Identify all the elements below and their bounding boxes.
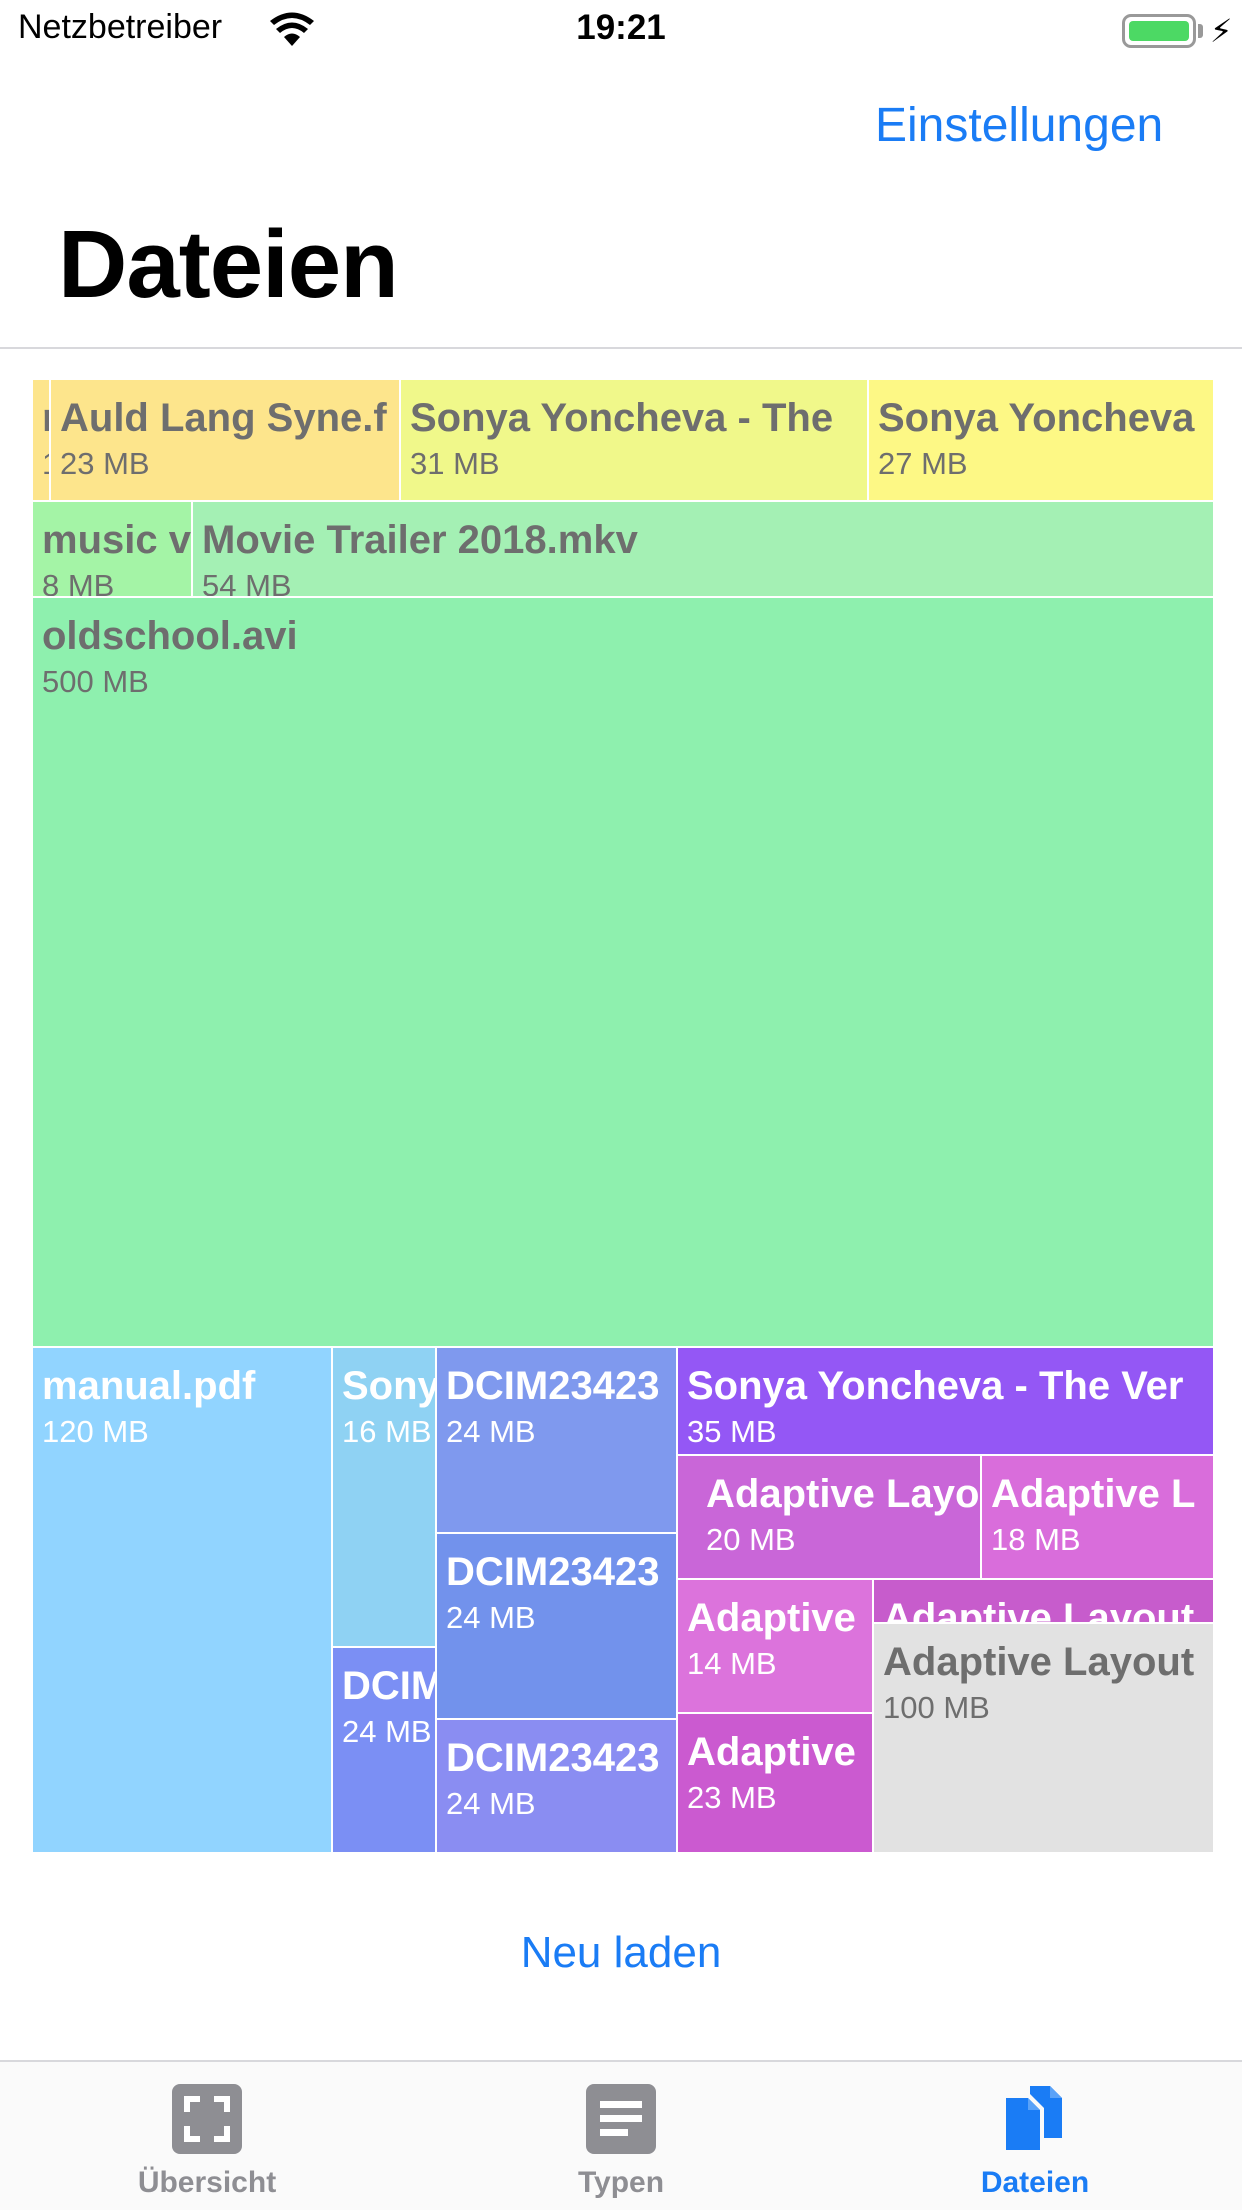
treemap-cell-adaptive-layout-2[interactable]: Adaptive L 18 MB bbox=[980, 1454, 1213, 1578]
cell-name: DCIM23423 bbox=[446, 1550, 660, 1594]
tab-types[interactable]: Typen bbox=[414, 2062, 828, 2210]
battery-icon bbox=[1122, 14, 1196, 48]
treemap-cell-adaptive-2[interactable]: Adaptive 23 MB bbox=[676, 1712, 872, 1852]
tab-label: Übersicht bbox=[137, 2166, 277, 2199]
cell-size: 8 MB bbox=[42, 568, 115, 596]
cell-size: 35 MB bbox=[687, 1414, 777, 1449]
treemap-cell-music[interactable]: music 1 bbox=[31, 378, 49, 500]
treemap-cell-sonya-yoncheva-2[interactable]: Sonya Yoncheva 27 MB bbox=[867, 378, 1213, 500]
treemap-cell-music-video[interactable]: music v 8 MB bbox=[31, 500, 191, 596]
cell-name: oldschool.avi bbox=[42, 614, 298, 658]
treemap-cell-adaptive-layout-3[interactable]: Adaptive Layout bbox=[872, 1578, 1213, 1622]
treemap-cell-manual-pdf[interactable]: manual.pdf 120 MB bbox=[31, 1346, 331, 1852]
cell-name: Sonya Yoncheva bbox=[878, 396, 1195, 440]
treemap-cell-adaptive-1[interactable]: Adaptive 14 MB bbox=[676, 1578, 872, 1712]
cell-name: Adaptive bbox=[687, 1596, 856, 1640]
cell-name: Auld Lang Syne.f bbox=[60, 396, 387, 440]
cell-size: 31 MB bbox=[410, 446, 500, 481]
cell-size: 16 MB bbox=[342, 1414, 432, 1449]
cell-name: Movie Trailer 2018.mkv bbox=[202, 518, 638, 562]
tab-files[interactable]: Dateien bbox=[828, 2062, 1242, 2210]
cell-size: 100 MB bbox=[883, 1690, 990, 1725]
treemap-cell-dcim-2[interactable]: DCIM23423 24 MB bbox=[435, 1532, 676, 1718]
treemap-cell-movie-trailer[interactable]: Movie Trailer 2018.mkv 54 MB bbox=[191, 500, 1213, 596]
treemap-cell-adaptive-layout-1[interactable]: Adaptive Layout 20 MB bbox=[676, 1454, 980, 1578]
treemap-cell-dcim-1[interactable]: DCIM23423 24 MB bbox=[435, 1346, 676, 1532]
treemap-cell-sony[interactable]: Sony 16 MB bbox=[331, 1346, 435, 1646]
status-bar: Netzbetreiber 19:21 ⚡ bbox=[0, 0, 1242, 60]
tab-label: Dateien bbox=[980, 2166, 1090, 2199]
treemap-cell-sonya-yoncheva-3[interactable]: Sonya Yoncheva - The Ver 35 MB bbox=[676, 1346, 1213, 1454]
cell-name: Sony bbox=[342, 1364, 435, 1408]
treemap-cell-adaptive-layout-4[interactable]: Adaptive Layout 100 MB bbox=[872, 1622, 1213, 1852]
files-icon bbox=[1006, 2086, 1062, 2150]
cell-name: DCIM23423 bbox=[446, 1736, 660, 1780]
cell-size: 24 MB bbox=[446, 1786, 536, 1821]
nav-divider bbox=[0, 347, 1242, 349]
file-treemap: music 1 Auld Lang Syne.f 23 MB Sonya Yonch… bbox=[31, 378, 1213, 1852]
cell-size: 54 MB bbox=[202, 568, 292, 596]
cell-name: Adaptive Layout bbox=[883, 1640, 1195, 1684]
cell-name: Sonya Yoncheva - The Ver bbox=[687, 1364, 1184, 1408]
treemap-cell-oldschool[interactable]: oldschool.avi 500 MB bbox=[31, 596, 1213, 1346]
cell-size: 27 MB bbox=[878, 446, 968, 481]
tab-bar: Übersicht Typen Dateien bbox=[0, 2060, 1242, 2210]
reload-button[interactable]: Neu laden bbox=[0, 1928, 1242, 1978]
cell-size: 23 MB bbox=[687, 1780, 777, 1815]
cell-size: 120 MB bbox=[42, 1414, 149, 1449]
cell-name: Adaptive bbox=[687, 1730, 856, 1774]
treemap-cell-dcim-small[interactable]: DCIM 24 MB bbox=[331, 1646, 435, 1852]
cell-size: 1 bbox=[42, 446, 49, 482]
page-title: Dateien bbox=[58, 211, 399, 318]
tab-label: Typen bbox=[577, 2166, 665, 2199]
cell-size: 23 MB bbox=[60, 446, 150, 481]
cell-name: Adaptive Layout bbox=[706, 1472, 980, 1516]
cell-name: Sonya Yoncheva - The bbox=[410, 396, 834, 440]
treemap-cell-dcim-3[interactable]: DCIM23423 24 MB bbox=[435, 1718, 676, 1852]
cell-name: music bbox=[42, 396, 49, 441]
cell-name: Adaptive L bbox=[991, 1472, 1196, 1516]
tab-overview[interactable]: Übersicht bbox=[0, 2062, 414, 2210]
cell-name: DCIM bbox=[342, 1664, 435, 1708]
cell-size: 500 MB bbox=[42, 664, 149, 699]
cell-name: Adaptive Layout bbox=[883, 1596, 1195, 1622]
cell-name: music v bbox=[42, 518, 191, 562]
treemap-cell-sonya-yoncheva-1[interactable]: Sonya Yoncheva - The 31 MB bbox=[399, 378, 867, 500]
cell-size: 20 MB bbox=[706, 1522, 796, 1557]
charging-bolt-icon: ⚡ bbox=[1210, 13, 1233, 49]
cell-size: 24 MB bbox=[446, 1414, 536, 1449]
cell-size: 24 MB bbox=[446, 1600, 536, 1635]
cell-size: 14 MB bbox=[687, 1646, 777, 1681]
cell-size: 18 MB bbox=[991, 1522, 1081, 1557]
treemap-cell-auld-lang-syne[interactable]: Auld Lang Syne.f 23 MB bbox=[49, 378, 399, 500]
types-icon bbox=[586, 2084, 656, 2154]
clock: 19:21 bbox=[576, 8, 666, 47]
cell-size: 24 MB bbox=[342, 1714, 432, 1749]
cell-name: DCIM23423 bbox=[446, 1364, 660, 1408]
overview-icon bbox=[172, 2084, 242, 2154]
cell-name: manual.pdf bbox=[42, 1364, 256, 1408]
settings-button[interactable]: Einstellungen bbox=[875, 98, 1163, 153]
battery-tip bbox=[1198, 24, 1203, 38]
